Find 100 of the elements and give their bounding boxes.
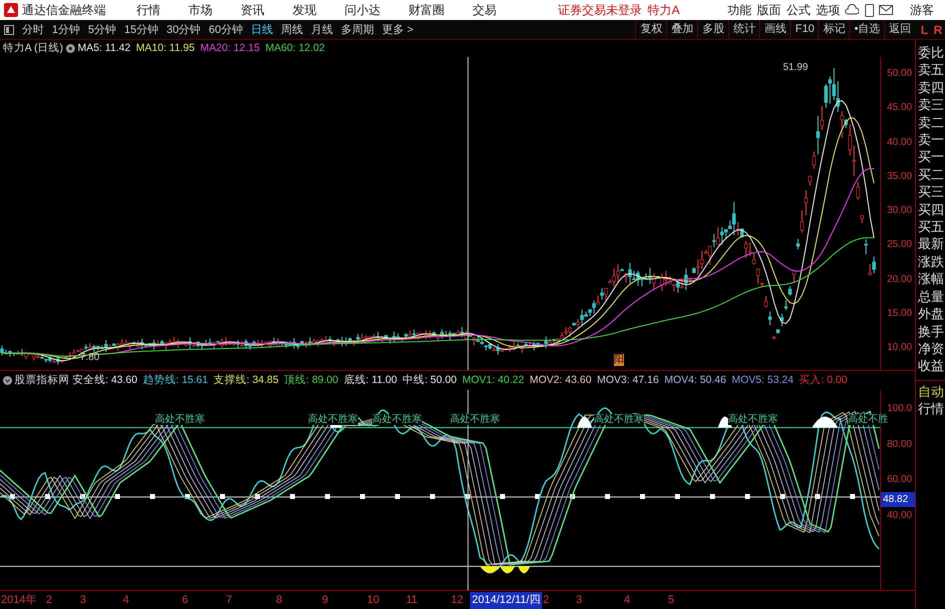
alert-label: 高处不胜寒: [308, 414, 358, 425]
quote-field-label[interactable]: 卖一: [916, 131, 945, 148]
tool-menu-item[interactable]: 公式: [786, 1, 810, 19]
indicator-value: MOV1: 40.22: [462, 372, 524, 388]
time-axis-label: 4: [624, 593, 630, 608]
quote-field-label[interactable]: 涨幅: [916, 270, 945, 288]
quote-field-label[interactable]: 委比: [916, 44, 945, 62]
app-logo-icon: [4, 3, 18, 17]
app-name: 通达信金融终端: [22, 2, 106, 19]
axis-label: 45.00: [886, 101, 912, 116]
time-axis-label: 2014年: [1, 593, 36, 608]
period-tab[interactable]: 分时: [18, 20, 48, 38]
toolbar-button[interactable]: 画线: [759, 20, 790, 39]
toolbar-button[interactable]: 叠加: [666, 20, 698, 39]
user-label[interactable]: 游客: [910, 1, 934, 19]
quote-field-label[interactable]: 卖四: [916, 78, 945, 96]
tool-menu-item[interactable]: 选项: [816, 1, 840, 19]
quote-field-label[interactable]: 最新: [916, 235, 945, 253]
toolbar-button[interactable]: 标记: [818, 20, 850, 39]
phone-icon[interactable]: [864, 4, 874, 16]
period-tab[interactable]: 更多 >: [378, 20, 418, 38]
stock-name: 特力A: [648, 2, 680, 19]
axis-label: 100.0: [886, 402, 912, 414]
period-tab[interactable]: 1分钟: [48, 20, 84, 38]
alert-label: 高处不胜寒: [155, 414, 205, 425]
quote-field-label[interactable]: 卖三: [916, 96, 945, 114]
quote-field-label[interactable]: 净资: [916, 340, 945, 358]
menu-item[interactable]: 资讯: [226, 1, 278, 19]
left-marker[interactable]: L: [920, 20, 928, 38]
axis-label: 30.00: [886, 204, 912, 218]
axis-label: 35.00: [886, 170, 912, 184]
period-tab[interactable]: 30分钟: [162, 20, 205, 38]
quote-field-label[interactable]: 涨跌: [916, 252, 945, 270]
tool-menu-item[interactable]: 功能: [727, 1, 752, 19]
right-marker[interactable]: R: [934, 20, 942, 38]
ma-value: MA60: 12.02: [265, 40, 325, 56]
period-tab[interactable]: 周线: [277, 20, 307, 38]
axis-label: 20.00: [886, 272, 912, 286]
side-button[interactable]: 自动: [916, 383, 945, 400]
time-axis-label: 4: [123, 593, 130, 608]
toolbar-button[interactable]: •自选: [849, 20, 884, 39]
quote-field-label[interactable]: 买三: [916, 183, 945, 201]
quote-field-label[interactable]: 卖五: [916, 61, 945, 79]
current-value-label: 48.82: [881, 492, 915, 508]
quote-field-label[interactable]: 收益: [916, 357, 945, 375]
axis-label: 60.00: [886, 473, 912, 488]
time-axis-label: 6: [182, 593, 188, 608]
login-notice[interactable]: 证券交易未登录: [558, 1, 642, 19]
time-axis-label: 3: [576, 593, 582, 608]
time-axis-label: 3: [80, 593, 86, 608]
ma-value: MA20: 12.15: [200, 40, 260, 56]
alert-label: 高处不胜寒: [728, 414, 778, 425]
quote-field-label[interactable]: 换手: [916, 322, 945, 340]
menu-item[interactable]: 财富圈: [394, 1, 458, 19]
time-axis-label: 9: [322, 593, 328, 608]
ma-value: MA10: 11.95: [136, 40, 195, 56]
indicator-value: MOV4: 50.46: [664, 372, 726, 388]
quote-field-label[interactable]: 买五: [916, 218, 945, 236]
chart-title: 特力A (日线): [2, 40, 64, 56]
indicator-value: 支撑线: 34.85: [214, 372, 279, 388]
period-tab[interactable]: 60分钟: [204, 20, 247, 38]
axis-label: 15.00: [886, 306, 912, 321]
axis-label: 25.00: [886, 238, 912, 252]
period-tab[interactable]: 5分钟: [84, 20, 120, 38]
toolbar-button[interactable]: 统计: [728, 20, 760, 39]
time-axis-label: 12: [451, 593, 464, 608]
axis-label: 40.00: [886, 508, 912, 523]
menu-item[interactable]: 交易: [458, 1, 510, 19]
quote-field-label[interactable]: 买二: [916, 166, 945, 184]
indicator-value: 趋势线: 15.61: [142, 372, 208, 388]
panel-toggle-icon[interactable]: [4, 24, 14, 34]
quote-field-label[interactable]: 买四: [916, 200, 945, 218]
menu-item[interactable]: 发现: [278, 1, 330, 19]
axis-label: 80.00: [886, 438, 912, 452]
period-tab[interactable]: 日线: [247, 20, 277, 38]
mail-icon[interactable]: [879, 5, 894, 15]
quote-field-label[interactable]: 外盘: [916, 305, 945, 322]
toolbar-button[interactable]: F10: [790, 20, 818, 39]
indicator-value: 顶线: 89.00: [284, 372, 338, 388]
time-axis-label: 2: [543, 593, 550, 608]
indicator-value: MOV3: 47.16: [596, 372, 659, 388]
alert-label: 高处不胜寒: [372, 414, 422, 425]
quote-field-label[interactable]: 买一: [916, 148, 945, 166]
toolbar-button[interactable]: 多股: [697, 20, 728, 39]
menu-item[interactable]: 问小达: [330, 1, 394, 19]
period-tab[interactable]: 15分钟: [120, 20, 162, 38]
side-button[interactable]: 行情: [916, 400, 945, 418]
menu-item[interactable]: 市场: [174, 1, 226, 19]
quote-field-label[interactable]: 总量: [916, 288, 945, 306]
cloud-icon[interactable]: [845, 4, 860, 16]
tool-menu-item[interactable]: 版面: [756, 1, 781, 19]
period-tab[interactable]: 多周期: [337, 20, 378, 38]
quote-field-label[interactable]: 卖二: [916, 114, 945, 132]
indicator-value: MOV2: 43.60: [530, 372, 592, 388]
period-tab[interactable]: 月线: [307, 20, 337, 38]
toolbar-button[interactable]: 复权: [635, 20, 666, 39]
menu-item[interactable]: 行情: [122, 1, 174, 19]
indicator-value: 买入: 0.00: [799, 372, 848, 388]
toolbar-button[interactable]: 返回: [884, 20, 916, 39]
indicator-value: 安全线: 43.60: [72, 372, 138, 388]
